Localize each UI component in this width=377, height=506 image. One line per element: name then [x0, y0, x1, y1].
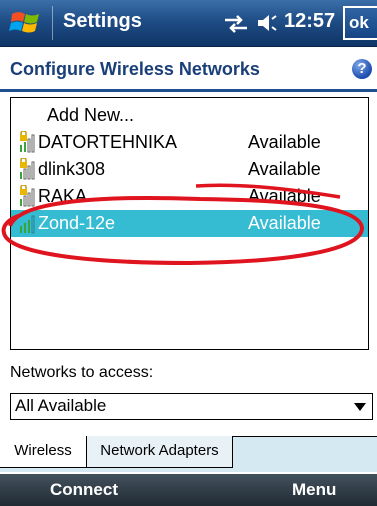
softkey-bar: Connect Menu — [0, 474, 377, 506]
menu-softkey[interactable]: Menu — [292, 480, 336, 500]
tab-network-adapters[interactable]: Network Adapters — [86, 436, 233, 468]
header-divider — [0, 89, 377, 92]
network-item[interactable]: dlink308 Available — [11, 156, 368, 183]
clock[interactable]: 12:57 — [284, 10, 335, 33]
network-status: Available — [248, 213, 321, 233]
add-new-item[interactable]: Add New... — [11, 102, 368, 129]
network-status: Available — [248, 186, 321, 206]
network-status: Available — [248, 159, 321, 179]
tab-strip: Wireless Network Adapters — [0, 436, 377, 472]
volume-icon[interactable] — [255, 13, 279, 33]
title-bar: Settings 12:57 ok — [0, 0, 377, 47]
secured-wifi-signal-icon — [20, 158, 35, 180]
network-item-selected[interactable]: Zond-12e Available — [11, 210, 368, 237]
add-new-label: Add New... — [47, 105, 135, 125]
page-header: Configure Wireless Networks ? — [0, 47, 377, 89]
chevron-down-icon[interactable] — [354, 403, 366, 411]
networks-to-access-label: Networks to access: — [10, 364, 154, 381]
network-status: Available — [248, 132, 321, 152]
windows-start-icon[interactable] — [9, 8, 45, 38]
network-item[interactable]: DATORTEHNIKA Available — [11, 129, 368, 156]
network-name: RAKA — [38, 186, 88, 206]
secured-wifi-signal-icon — [20, 185, 35, 207]
network-list[interactable]: Add New... DATORTEHNIKA Available dlink3… — [10, 97, 369, 350]
network-name: dlink308 — [38, 159, 106, 179]
selected-filter-value: All Available — [15, 396, 107, 415]
tab-wireless[interactable]: Wireless — [0, 436, 87, 468]
network-name: Zond-12e — [38, 213, 116, 233]
connect-softkey[interactable]: Connect — [50, 480, 118, 500]
network-item[interactable]: RAKA Available — [11, 183, 368, 210]
app-title: Settings — [63, 10, 142, 32]
network-name: DATORTEHNIKA — [38, 132, 178, 152]
page-title: Configure Wireless Networks — [10, 59, 260, 79]
ok-button[interactable]: ok — [343, 6, 377, 40]
secured-wifi-signal-icon — [20, 131, 35, 153]
networks-to-access-select[interactable]: All Available — [10, 393, 373, 420]
connectivity-icon[interactable] — [223, 15, 249, 33]
wifi-signal-icon — [20, 215, 35, 234]
title-separator — [52, 6, 53, 40]
help-icon[interactable]: ? — [352, 59, 372, 79]
